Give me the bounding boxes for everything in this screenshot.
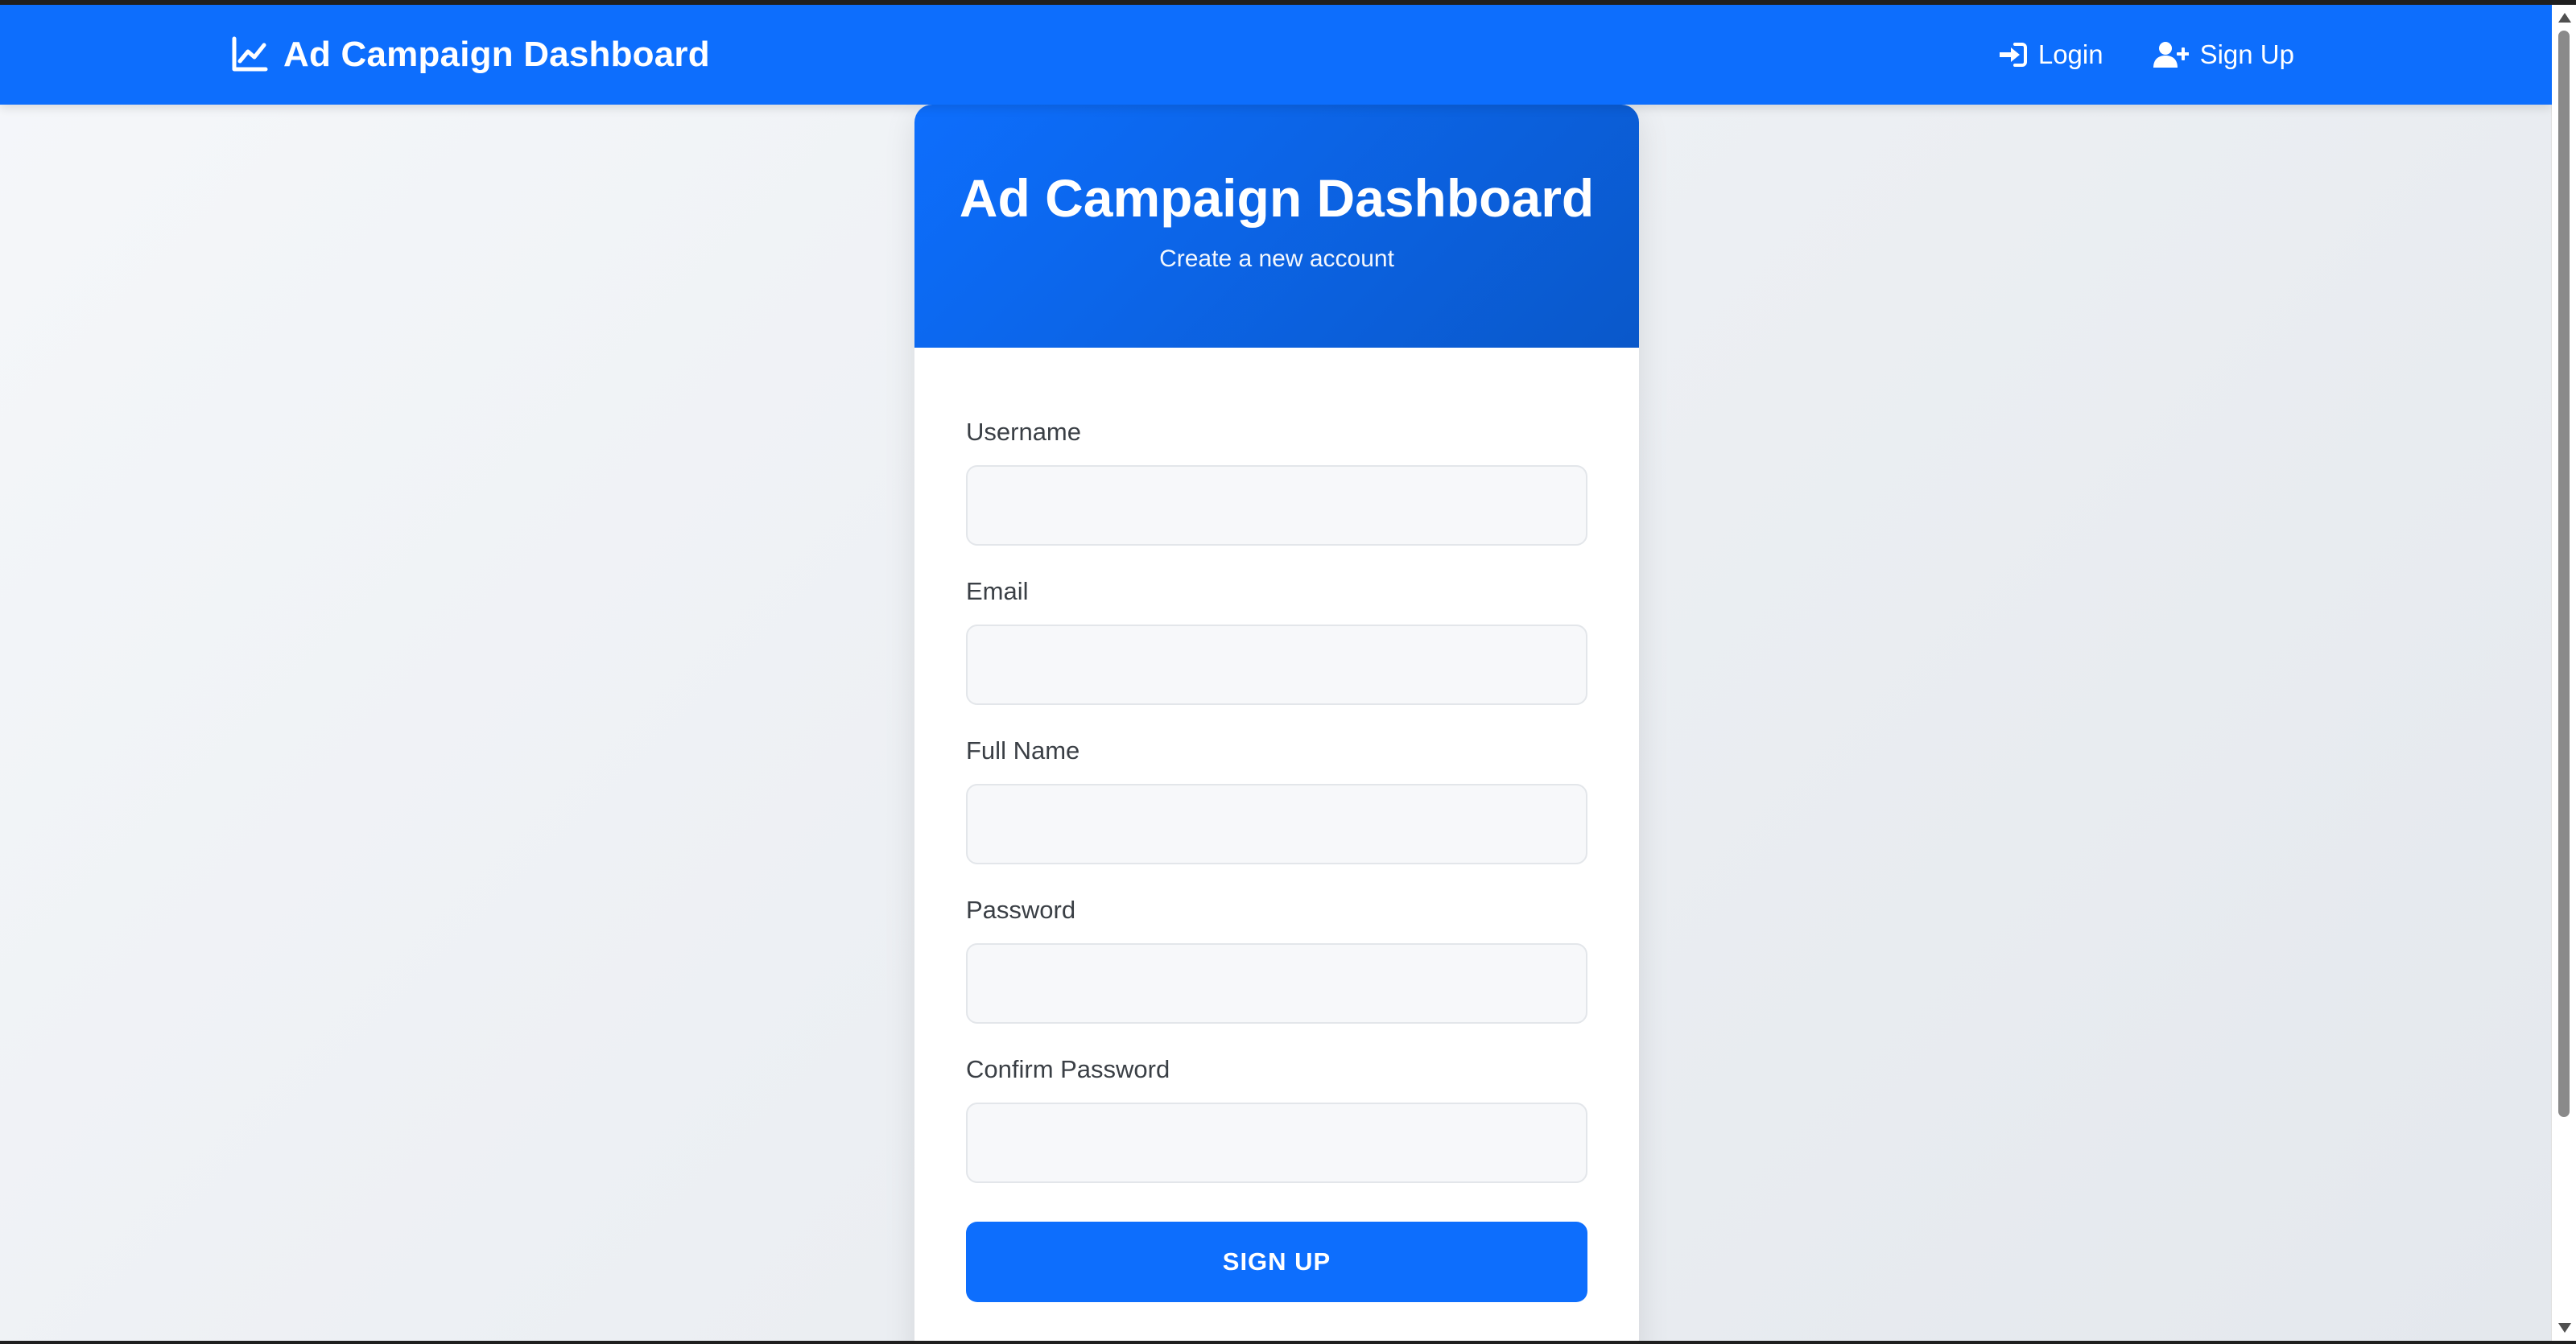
brand-title: Ad Campaign Dashboard: [283, 35, 710, 74]
scroll-up-icon[interactable]: [2558, 13, 2571, 23]
user-plus-icon: [2153, 42, 2189, 68]
email-input[interactable]: [966, 625, 1587, 705]
top-navbar: Ad Campaign Dashboard Login Sign Up: [0, 5, 2552, 105]
signup-card: Ad Campaign Dashboard Create a new accou…: [914, 105, 1639, 1341]
sign-in-icon: [1999, 43, 2027, 67]
fullname-label: Full Name: [966, 736, 1080, 765]
password-input[interactable]: [966, 943, 1587, 1024]
login-label: Login: [2037, 39, 2103, 69]
login-link[interactable]: Login: [1998, 39, 2103, 70]
username-input[interactable]: [966, 465, 1587, 546]
signup-link[interactable]: Sign Up: [2153, 39, 2294, 70]
password-group: Password: [966, 864, 1587, 1024]
signup-submit-button[interactable]: SIGN UP: [966, 1222, 1587, 1302]
confirm-password-input[interactable]: [966, 1103, 1587, 1183]
scroll-down-icon[interactable]: [2558, 1323, 2571, 1333]
vertical-scrollbar[interactable]: [2551, 5, 2576, 1341]
card-title: Ad Campaign Dashboard: [959, 168, 1595, 228]
fullname-input[interactable]: [966, 784, 1587, 864]
username-group: Username: [966, 348, 1587, 546]
nav-links: Login Sign Up: [1948, 5, 2294, 105]
card-subtitle: Create a new account: [1159, 245, 1394, 272]
password-label: Password: [966, 896, 1076, 924]
signup-label: Sign Up: [2199, 39, 2294, 69]
email-label: Email: [966, 577, 1029, 605]
confirm-password-label: Confirm Password: [966, 1055, 1170, 1083]
fullname-group: Full Name: [966, 705, 1587, 864]
username-label: Username: [966, 418, 1081, 446]
chart-line-icon: [230, 35, 269, 74]
card-header: Ad Campaign Dashboard Create a new accou…: [914, 105, 1639, 348]
confirm-password-group: Confirm Password: [966, 1024, 1587, 1183]
scrollbar-thumb[interactable]: [2558, 31, 2570, 1117]
brand-link[interactable]: Ad Campaign Dashboard: [230, 5, 710, 105]
signup-form: Username Email Full Name Password Confir…: [914, 348, 1639, 1302]
submit-row: SIGN UP: [966, 1183, 1587, 1302]
email-group: Email: [966, 546, 1587, 705]
page-viewport: Ad Campaign Dashboard Login Sign Up Ad C…: [0, 5, 2552, 1341]
